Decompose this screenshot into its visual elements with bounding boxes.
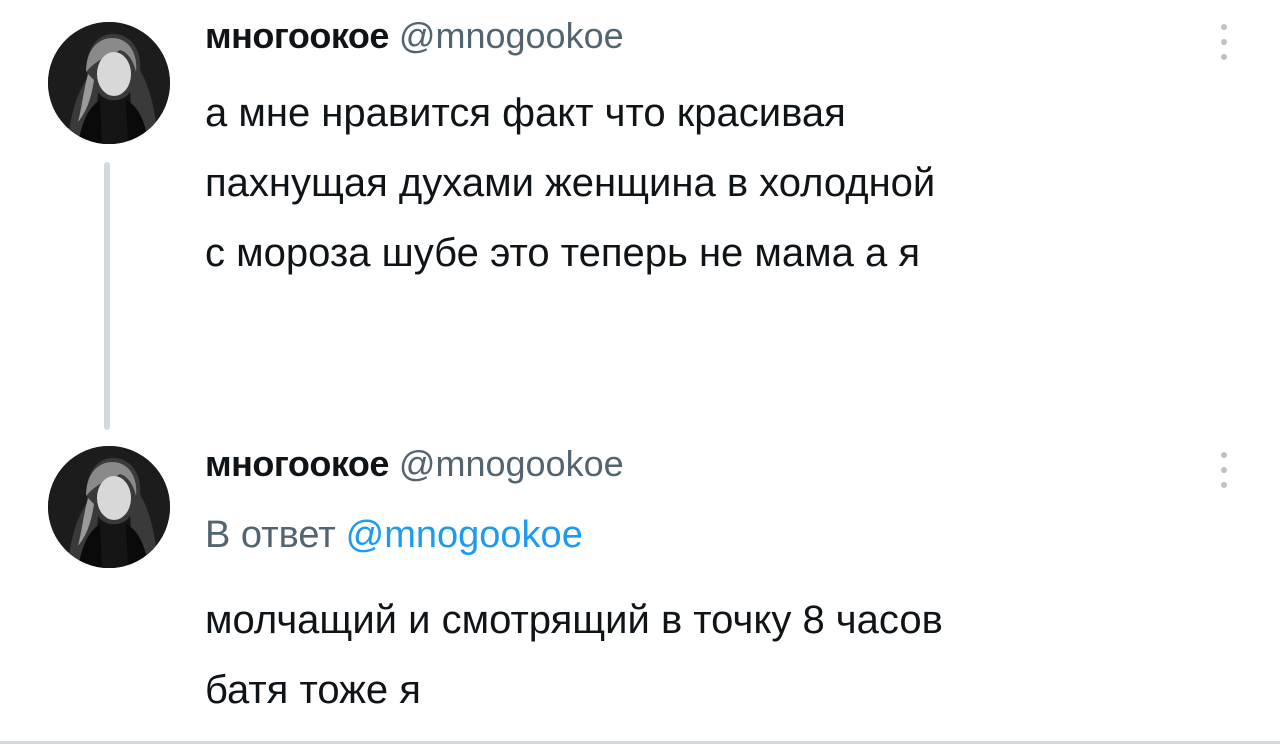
reply-to-handle-link[interactable]: @mnogookoe [346, 514, 583, 556]
author-name[interactable]: многоокое [205, 443, 389, 484]
more-dots-vertical-icon [1221, 452, 1227, 458]
author-handle[interactable]: @mnogookoe [399, 443, 624, 484]
tweet-header: многоокое @mnogookoe [205, 14, 624, 58]
avatar[interactable] [48, 446, 170, 568]
more-options-button[interactable] [1206, 12, 1242, 72]
more-dot [1221, 54, 1227, 60]
more-dot [1221, 39, 1227, 45]
tweet-text: а мне нравится факт что красивая пахнуща… [205, 91, 936, 275]
profile-photo-icon [48, 22, 170, 144]
thread-connector-line [104, 162, 110, 430]
tweet-header: многоокое @mnogookoe [205, 442, 624, 486]
reply-prefix: В ответ [205, 514, 336, 556]
author-handle[interactable]: @mnogookoe [399, 15, 624, 56]
more-dot [1221, 482, 1227, 488]
more-dots-vertical-icon [1221, 24, 1227, 30]
avatar[interactable] [48, 22, 170, 144]
tweet[interactable]: многоокое @mnogookoe В ответ @mnogookoe мо… [0, 420, 1280, 744]
profile-photo-icon [48, 446, 170, 568]
tweet[interactable]: многоокое @mnogookoe а мне нравится факт … [0, 0, 1280, 430]
more-dot [1221, 467, 1227, 473]
more-options-button[interactable] [1206, 440, 1242, 500]
author-name[interactable]: многоокое [205, 15, 389, 56]
tweet-text: молчащий и смотрящий в точку 8 часов бат… [205, 598, 943, 712]
reply-context: В ответ @mnogookoe [205, 510, 583, 560]
